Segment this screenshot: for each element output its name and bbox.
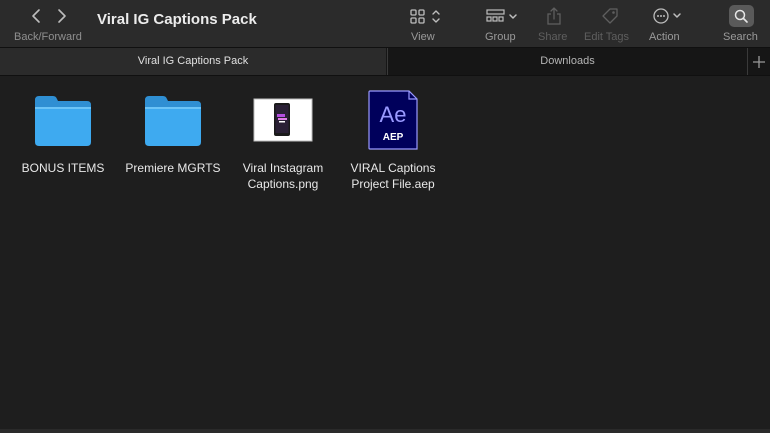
- ae-extension-text: AEP: [383, 132, 404, 143]
- tab-downloads[interactable]: Downloads: [387, 48, 747, 75]
- window-title: Viral IG Captions Pack: [97, 11, 257, 28]
- png-thumbnail-icon: [253, 98, 313, 142]
- share-icon: [547, 7, 561, 25]
- after-effects-icon: Ae AEP: [368, 90, 418, 150]
- edit-tags-button[interactable]: Edit Tags: [582, 0, 636, 47]
- search-button[interactable]: [729, 5, 754, 27]
- back-forward-label: Back/Forward: [14, 31, 82, 43]
- magnifying-glass-icon: [734, 9, 748, 23]
- chevron-right-icon: [58, 9, 66, 23]
- new-tab-button[interactable]: [747, 48, 770, 75]
- icon-view-grid-icon: [410, 9, 440, 24]
- group-label: Group: [485, 31, 516, 43]
- ae-badge-text: Ae: [380, 102, 407, 127]
- view-button[interactable]: View: [405, 0, 445, 47]
- group-button[interactable]: Group: [483, 0, 523, 47]
- file-name: Viral Instagram Captions.png: [242, 161, 324, 191]
- search-label: Search: [723, 31, 758, 43]
- file-name: BONUS ITEMS: [21, 161, 105, 175]
- back-button[interactable]: [27, 6, 47, 26]
- tab-viral-ig-captions-pack[interactable]: Viral IG Captions Pack: [0, 48, 386, 75]
- ellipsis-circle-icon: [653, 8, 681, 24]
- plus-icon: [753, 56, 765, 68]
- forward-button[interactable]: [51, 6, 71, 26]
- view-label: View: [411, 31, 435, 43]
- toolbar: Back/Forward Viral IG Captions Pack View…: [0, 0, 770, 47]
- action-button[interactable]: Action: [647, 0, 687, 47]
- edit-tags-label: Edit Tags: [584, 31, 630, 43]
- navigation-arrows: [27, 6, 75, 26]
- share-label: Share: [538, 31, 568, 43]
- share-button[interactable]: Share: [537, 0, 571, 47]
- folder-icon: [145, 96, 201, 146]
- file-name: Premiere MGRTS: [125, 161, 221, 175]
- tag-icon: [602, 8, 618, 24]
- file-name: VIRAL Captions Project File.aep: [350, 161, 436, 191]
- action-label: Action: [649, 31, 680, 43]
- group-icon: [486, 9, 517, 22]
- status-bar: [0, 429, 770, 433]
- folder-icon: [35, 96, 91, 146]
- tab-bar: Viral IG Captions Pack Downloads: [0, 47, 770, 76]
- file-grid: BONUS ITEMS Premiere MGRTS Viral Instagr…: [0, 76, 770, 431]
- chevron-left-icon: [32, 9, 40, 23]
